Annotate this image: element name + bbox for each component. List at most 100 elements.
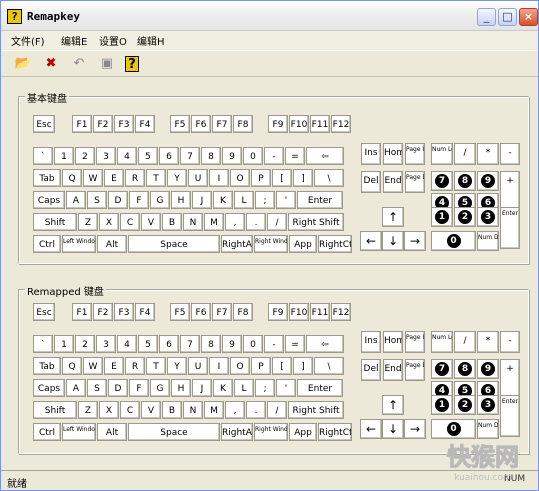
key-num-7[interactable]: 7 (180, 335, 200, 353)
key-nav-top-1[interactable]: Home (383, 331, 403, 353)
key-f7[interactable]: F7 (212, 303, 232, 321)
key-caps-2[interactable]: S (87, 191, 107, 209)
key-f7[interactable]: F7 (212, 115, 232, 133)
key-tab-12[interactable]: ] (293, 169, 313, 187)
key-numpad-1[interactable]: 1 (431, 395, 453, 415)
key-arrow-up[interactable]: ↑ (382, 395, 404, 415)
key-tab-5[interactable]: T (146, 357, 166, 375)
menu-file[interactable]: 文件(F) (11, 33, 45, 48)
key-ctrl-4[interactable]: RightAlt (221, 235, 253, 253)
key-ctrl-1[interactable]: Left Windows (62, 235, 96, 253)
key-shift-5[interactable]: B (162, 401, 182, 419)
key-numpad-7[interactable]: 7 (431, 359, 453, 379)
key-arrow-left[interactable]: ← (360, 231, 382, 251)
key-shift-10[interactable]: / (267, 213, 287, 231)
key-shift-9[interactable]: . (246, 213, 266, 231)
key-tab-4[interactable]: R (125, 357, 145, 375)
key-tab-1[interactable]: Q (62, 169, 82, 187)
key-caps-11[interactable]: ' (276, 191, 296, 209)
key-shift-8[interactable]: , (225, 401, 245, 419)
key-tab-6[interactable]: Y (167, 357, 187, 375)
key-caps-10[interactable]: ; (255, 379, 275, 397)
key-numpad-slash[interactable]: / (454, 143, 476, 165)
key-ctrl-3[interactable]: Space (128, 423, 220, 441)
key-numlock[interactable]: Num Lock (431, 143, 453, 165)
key-f5[interactable]: F5 (170, 303, 190, 321)
key-num-11[interactable]: - (264, 335, 284, 353)
key-nav-bottom-0[interactable]: Del (361, 359, 381, 381)
key-ctrl-3[interactable]: Space (128, 235, 220, 253)
key-numpad-9[interactable]: 9 (477, 171, 499, 191)
key-numpad-3[interactable]: 3 (477, 395, 499, 415)
key-numpad-3[interactable]: 3 (477, 207, 499, 227)
key-f11[interactable]: F11 (310, 115, 330, 133)
delete-icon[interactable]: ✖ (41, 54, 61, 74)
help-icon[interactable]: ? (125, 56, 139, 72)
key-shift-0[interactable]: Shift (33, 401, 77, 419)
key-shift-2[interactable]: X (99, 401, 119, 419)
key-f1[interactable]: F1 (72, 303, 92, 321)
key-tab-2[interactable]: W (83, 357, 103, 375)
key-caps-6[interactable]: H (171, 191, 191, 209)
key-caps-2[interactable]: S (87, 379, 107, 397)
key-num-1[interactable]: 1 (54, 147, 74, 165)
key-num-4[interactable]: 4 (117, 147, 137, 165)
key-f9[interactable]: F9 (268, 115, 288, 133)
key-ctrl-5[interactable]: Right Windows (254, 423, 288, 441)
key-f1[interactable]: F1 (72, 115, 92, 133)
key-f6[interactable]: F6 (191, 303, 211, 321)
key-caps-5[interactable]: G (150, 191, 170, 209)
key-shift-3[interactable]: C (120, 401, 140, 419)
key-tab-3[interactable]: E (104, 357, 124, 375)
key-caps-9[interactable]: L (234, 379, 254, 397)
key-caps-6[interactable]: H (171, 379, 191, 397)
key-ctrl-0[interactable]: Ctrl (33, 235, 61, 253)
key-ctrl-7[interactable]: RightCtrl (318, 423, 352, 441)
key-num-9[interactable]: 9 (222, 147, 242, 165)
key-caps-9[interactable]: L (234, 191, 254, 209)
key-arrow-down[interactable]: ↓ (382, 231, 404, 251)
key-arrow-down[interactable]: ↓ (382, 419, 404, 439)
key-tab-13[interactable]: \ (314, 169, 344, 187)
key-shift-10[interactable]: / (267, 401, 287, 419)
key-f3[interactable]: F3 (114, 303, 134, 321)
key-num-2[interactable]: 2 (75, 147, 95, 165)
key-ctrl-6[interactable]: App (289, 235, 317, 253)
key-num-0[interactable]: ` (33, 335, 53, 353)
key-f4[interactable]: F4 (135, 115, 155, 133)
key-tab-0[interactable]: Tab (33, 357, 61, 375)
key-numpad-8[interactable]: 8 (454, 359, 476, 379)
key-backspace[interactable]: ⇦ (306, 147, 344, 165)
key-tab-5[interactable]: T (146, 169, 166, 187)
key-num-10[interactable]: 0 (243, 335, 263, 353)
key-esc[interactable]: Esc (33, 115, 55, 133)
key-numpad-8[interactable]: 8 (454, 171, 476, 191)
key-numpad-minus[interactable]: - (500, 143, 520, 165)
key-caps-4[interactable]: F (129, 191, 149, 209)
key-caps-4[interactable]: F (129, 379, 149, 397)
key-tab-9[interactable]: O (230, 169, 250, 187)
key-caps-12[interactable]: Enter (297, 379, 343, 397)
key-num-5[interactable]: 5 (138, 147, 158, 165)
key-num-8[interactable]: 8 (201, 335, 221, 353)
key-num-12[interactable]: = (285, 335, 305, 353)
key-nav-top-0[interactable]: Ins (361, 331, 381, 353)
key-ctrl-7[interactable]: RightCtrl (318, 235, 352, 253)
key-f11[interactable]: F11 (310, 303, 330, 321)
key-arrow-right[interactable]: → (404, 419, 426, 439)
key-shift-9[interactable]: . (246, 401, 266, 419)
key-caps-3[interactable]: D (108, 191, 128, 209)
key-tab-7[interactable]: U (188, 169, 208, 187)
minimize-button[interactable]: _ (477, 8, 496, 26)
key-numpad-0[interactable]: 0 (431, 231, 476, 251)
key-caps-1[interactable]: A (66, 191, 86, 209)
key-num-4[interactable]: 4 (117, 335, 137, 353)
key-f12[interactable]: F12 (331, 115, 351, 133)
key-caps-0[interactable]: Caps (33, 379, 65, 397)
key-f2[interactable]: F2 (93, 303, 113, 321)
key-caps-7[interactable]: J (192, 379, 212, 397)
key-numpad-star[interactable]: * (477, 331, 499, 353)
key-shift-8[interactable]: , (225, 213, 245, 231)
key-f8[interactable]: F8 (233, 115, 253, 133)
key-caps-5[interactable]: G (150, 379, 170, 397)
